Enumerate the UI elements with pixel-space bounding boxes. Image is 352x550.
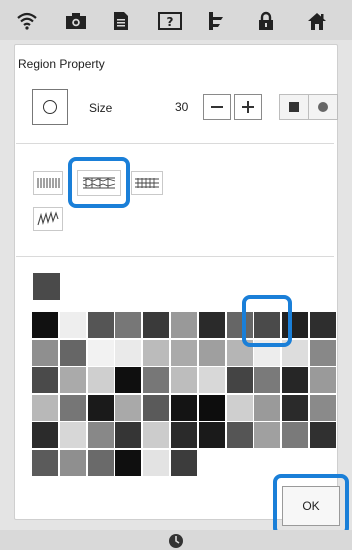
size-value: 30 bbox=[175, 100, 189, 114]
square-shape-toggle[interactable] bbox=[279, 94, 309, 120]
color-swatch[interactable] bbox=[226, 422, 253, 448]
color-swatch[interactable] bbox=[32, 422, 58, 448]
color-swatch[interactable] bbox=[87, 312, 114, 338]
divider bbox=[16, 143, 334, 144]
color-swatch[interactable] bbox=[198, 339, 225, 366]
color-swatch[interactable] bbox=[198, 367, 225, 393]
color-swatch[interactable] bbox=[59, 339, 86, 366]
round-shape-toggle[interactable] bbox=[308, 94, 338, 120]
color-palette bbox=[32, 312, 337, 476]
color-swatch[interactable] bbox=[143, 312, 170, 338]
color-swatch[interactable] bbox=[32, 339, 58, 366]
clock-icon[interactable] bbox=[168, 533, 184, 549]
circle-icon bbox=[43, 100, 57, 114]
color-swatch[interactable] bbox=[170, 394, 197, 421]
color-swatch[interactable] bbox=[282, 312, 309, 338]
satin-stitch-icon bbox=[135, 178, 159, 188]
round-dot-icon bbox=[318, 102, 328, 112]
ok-button[interactable]: OK bbox=[282, 486, 340, 526]
zigzag-stitch-icon bbox=[37, 211, 59, 226]
color-swatch[interactable] bbox=[170, 312, 197, 338]
stitch-satin-button[interactable] bbox=[131, 171, 163, 195]
current-color-swatch bbox=[33, 273, 60, 300]
straight-stitch-icon bbox=[37, 178, 60, 188]
color-swatch[interactable] bbox=[32, 367, 58, 393]
color-swatch[interactable] bbox=[143, 394, 170, 421]
lock-icon[interactable] bbox=[255, 11, 277, 31]
shape-selector-button[interactable] bbox=[32, 89, 68, 125]
color-swatch[interactable] bbox=[254, 394, 281, 421]
color-swatch[interactable] bbox=[170, 422, 197, 448]
color-swatch[interactable] bbox=[59, 394, 86, 421]
color-swatch[interactable] bbox=[282, 422, 309, 448]
color-swatch[interactable] bbox=[143, 339, 170, 366]
color-swatch[interactable] bbox=[282, 394, 309, 421]
thread-icon[interactable] bbox=[206, 11, 228, 31]
color-swatch[interactable] bbox=[87, 449, 114, 476]
square-icon bbox=[289, 102, 299, 112]
color-swatch[interactable] bbox=[115, 394, 142, 421]
color-swatch[interactable] bbox=[226, 312, 253, 338]
color-swatch[interactable] bbox=[59, 367, 86, 393]
color-swatch[interactable] bbox=[198, 394, 225, 421]
color-swatch[interactable] bbox=[309, 394, 336, 421]
color-swatch[interactable] bbox=[309, 367, 336, 393]
color-swatch[interactable] bbox=[87, 339, 114, 366]
color-swatch[interactable] bbox=[254, 367, 281, 393]
color-swatch[interactable] bbox=[226, 394, 253, 421]
fill-stitch-icon bbox=[82, 177, 116, 189]
color-swatch[interactable] bbox=[309, 339, 336, 366]
color-swatch[interactable] bbox=[87, 422, 114, 448]
color-swatch[interactable] bbox=[59, 422, 86, 448]
color-swatch[interactable] bbox=[254, 422, 281, 448]
color-swatch[interactable] bbox=[226, 339, 253, 366]
minus-icon bbox=[211, 106, 223, 108]
color-swatch[interactable] bbox=[309, 312, 336, 338]
top-toolbar: ? bbox=[0, 0, 352, 40]
color-swatch[interactable] bbox=[254, 312, 281, 338]
stitch-zigzag-button[interactable] bbox=[33, 207, 63, 231]
color-swatch[interactable] bbox=[59, 312, 86, 338]
bottom-bar bbox=[0, 530, 352, 550]
color-swatch[interactable] bbox=[32, 449, 58, 476]
color-swatch[interactable] bbox=[143, 449, 170, 476]
color-swatch[interactable] bbox=[170, 449, 197, 476]
color-swatch[interactable] bbox=[198, 312, 225, 338]
color-swatch[interactable] bbox=[309, 422, 336, 448]
color-swatch[interactable] bbox=[170, 367, 197, 393]
divider bbox=[16, 256, 334, 257]
stitch-straight-button[interactable] bbox=[33, 171, 63, 195]
color-swatch[interactable] bbox=[87, 367, 114, 393]
svg-text:?: ? bbox=[167, 15, 174, 29]
stitch-fill-button[interactable] bbox=[77, 170, 121, 196]
home-icon[interactable] bbox=[306, 11, 328, 31]
help-icon[interactable]: ? bbox=[158, 11, 182, 31]
color-swatch[interactable] bbox=[143, 422, 170, 448]
color-swatch[interactable] bbox=[282, 339, 309, 366]
color-swatch[interactable] bbox=[254, 339, 281, 366]
color-swatch[interactable] bbox=[59, 449, 86, 476]
plus-icon bbox=[242, 101, 254, 113]
panel-title: Region Property bbox=[18, 57, 105, 71]
document-icon[interactable] bbox=[110, 11, 132, 31]
wifi-icon[interactable] bbox=[16, 11, 38, 31]
color-swatch[interactable] bbox=[115, 422, 142, 448]
size-label: Size bbox=[89, 101, 113, 115]
color-swatch[interactable] bbox=[115, 312, 142, 338]
color-swatch[interactable] bbox=[170, 339, 197, 366]
color-swatch[interactable] bbox=[32, 312, 58, 338]
color-swatch[interactable] bbox=[87, 394, 114, 421]
camera-icon[interactable] bbox=[65, 11, 87, 31]
color-swatch[interactable] bbox=[143, 367, 170, 393]
size-increase-button[interactable] bbox=[234, 94, 262, 120]
color-swatch[interactable] bbox=[198, 422, 225, 448]
color-swatch[interactable] bbox=[282, 367, 309, 393]
color-swatch[interactable] bbox=[115, 367, 142, 393]
color-swatch[interactable] bbox=[115, 339, 142, 366]
color-swatch[interactable] bbox=[226, 367, 253, 393]
color-swatch[interactable] bbox=[32, 394, 58, 421]
size-decrease-button[interactable] bbox=[203, 94, 231, 120]
color-swatch[interactable] bbox=[115, 449, 142, 476]
